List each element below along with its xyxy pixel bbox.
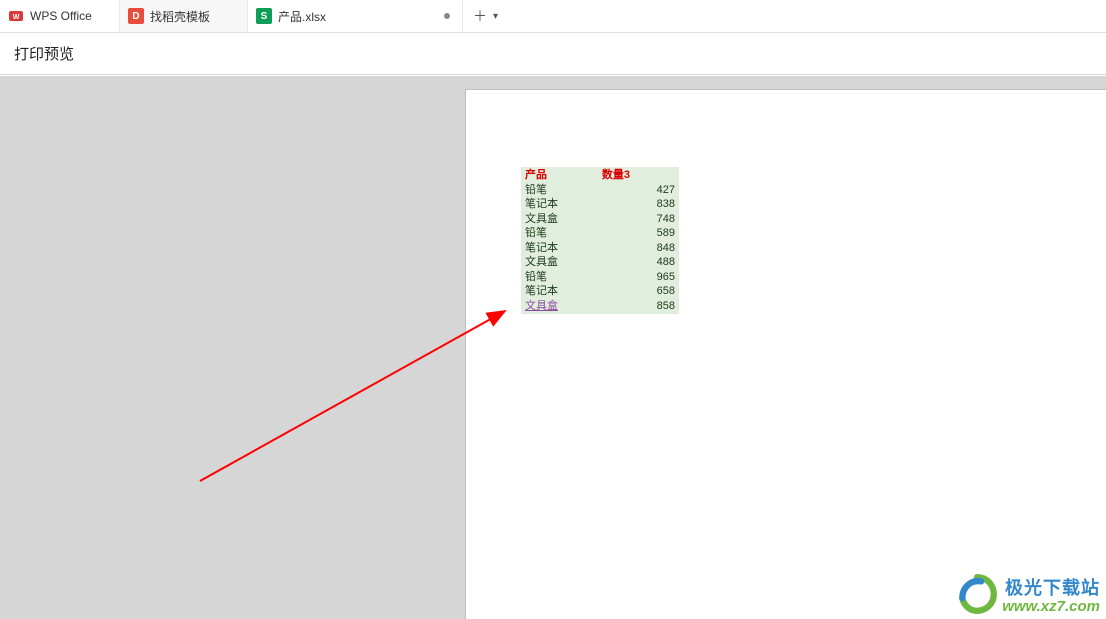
table-row: 铅笔 589 (522, 226, 678, 241)
toolbar: 打印预览 (0, 33, 1106, 75)
cell-name: 笔记本 (525, 197, 558, 212)
table-row: 铅笔 427 (522, 183, 678, 198)
header-col-product: 产品 (525, 168, 547, 183)
new-tab-button[interactable]: ＋ ▾ (463, 0, 508, 32)
tab-bar: W WPS Office D 找稻壳模板 S 产品.xlsx ＋ ▾ (0, 0, 1106, 33)
chevron-down-icon: ▾ (493, 11, 498, 22)
cell-qty: 848 (657, 241, 675, 256)
template-icon: D (128, 8, 144, 24)
print-preview-canvas[interactable]: 产品 数量3 铅笔427 笔记本838 文具盒748 铅笔589 笔记本848 … (0, 76, 1106, 619)
cell-qty: 965 (657, 270, 675, 285)
header-col-qty: 数量3 (602, 168, 675, 183)
table-row: 文具盒 488 (522, 255, 678, 270)
cell-name: 文具盒 (525, 255, 558, 270)
cell-name: 文具盒 (525, 212, 558, 227)
svg-text:W: W (13, 14, 20, 21)
spreadsheet-icon: S (256, 8, 272, 24)
cell-qty: 748 (657, 212, 675, 227)
unsaved-dot-icon (444, 13, 450, 19)
wps-logo-icon: W (8, 8, 24, 24)
cell-name: 铅笔 (525, 226, 547, 241)
table-row: 铅笔 965 (522, 270, 678, 285)
page-title: 打印预览 (14, 43, 74, 64)
tab-product-xlsx[interactable]: S 产品.xlsx (248, 0, 463, 32)
cell-name: 铅笔 (525, 183, 547, 198)
cell-qty: 858 (657, 299, 675, 314)
tab-label: 找稻壳模板 (150, 8, 210, 25)
plus-icon: ＋ (473, 6, 487, 26)
tab-daoke-template[interactable]: D 找稻壳模板 (120, 0, 248, 32)
table-row: 笔记本 848 (522, 241, 678, 256)
cell-qty: 488 (657, 255, 675, 270)
table-row: 笔记本 658 (522, 284, 678, 299)
cell-qty: 658 (657, 284, 675, 299)
cell-name: 笔记本 (525, 241, 558, 256)
table-header-row: 产品 数量3 (522, 168, 678, 183)
preview-table: 产品 数量3 铅笔427 笔记本838 文具盒748 铅笔589 笔记本848 … (521, 167, 679, 314)
cell-qty: 427 (657, 183, 675, 198)
cell-name-link: 文具盒 (525, 299, 558, 314)
cell-qty: 589 (657, 226, 675, 241)
tab-label: WPS Office (30, 9, 92, 23)
table-row: 笔记本 838 (522, 197, 678, 212)
table-row: 文具盒 858 (522, 299, 678, 314)
cell-name: 铅笔 (525, 270, 547, 285)
cell-qty: 838 (657, 197, 675, 212)
tab-label: 产品.xlsx (278, 8, 326, 25)
cell-name: 笔记本 (525, 284, 558, 299)
tab-wps-office[interactable]: W WPS Office (0, 0, 120, 32)
preview-page: 产品 数量3 铅笔427 笔记本838 文具盒748 铅笔589 笔记本848 … (466, 90, 1106, 619)
table-row: 文具盒 748 (522, 212, 678, 227)
